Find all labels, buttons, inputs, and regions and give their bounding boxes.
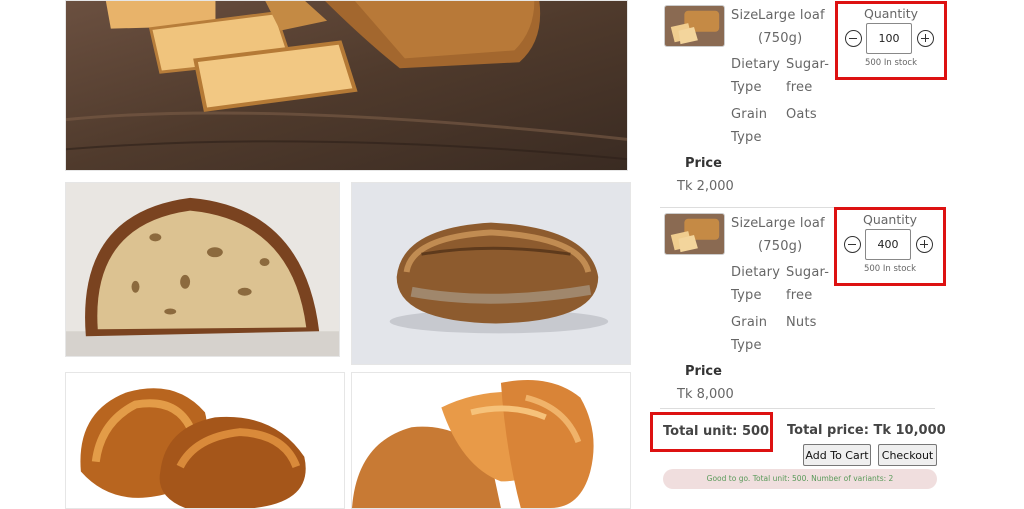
- price-label: Price: [685, 156, 722, 171]
- grain-type-label: Grain: [731, 315, 768, 330]
- dietary-type-value: Sugar-: [786, 265, 830, 280]
- size-label: Size: [731, 216, 759, 231]
- price-label: Price: [685, 364, 722, 379]
- variant-thumbnail: [664, 213, 725, 255]
- quantity-input[interactable]: [865, 229, 911, 260]
- dietary-type-label-cont: Type: [731, 288, 762, 303]
- checkout-button[interactable]: Checkout: [878, 444, 937, 466]
- sourdough-cross-section-image[interactable]: [65, 182, 340, 357]
- dietary-type-value: Sugar-: [786, 57, 830, 72]
- size-value-weight: (750g): [758, 31, 803, 46]
- minus-icon[interactable]: [845, 30, 862, 47]
- total-price: Total price: Tk 10,000: [787, 423, 946, 438]
- variant-card: Size Large loaf (750g) Dietary Type Suga…: [660, 0, 947, 203]
- rustic-loaf-image[interactable]: [351, 182, 631, 365]
- size-value: Large loaf: [758, 8, 825, 23]
- summary-divider: [660, 408, 935, 409]
- dietary-type-label: Dietary: [731, 265, 781, 280]
- size-label: Size: [731, 8, 759, 23]
- dietary-type-value-cont: free: [786, 288, 813, 303]
- bread-rolls-image[interactable]: [351, 372, 631, 509]
- quantity-selector: Quantity 500 In stock: [835, 1, 947, 80]
- stock-count: 500 In stock: [863, 264, 917, 274]
- dietary-type-label: Dietary: [731, 57, 781, 72]
- total-unit-highlight: Total unit: 500: [650, 412, 773, 452]
- croissants-image[interactable]: [65, 372, 345, 509]
- dietary-type-label-cont: Type: [731, 80, 762, 95]
- add-to-cart-button[interactable]: Add To Cart: [803, 444, 871, 466]
- stock-count: 500 In stock: [864, 58, 918, 68]
- grain-type-value: Oats: [786, 107, 817, 122]
- minus-icon[interactable]: [844, 236, 861, 253]
- variant-card: Size Large loaf (750g) Dietary Type Suga…: [660, 207, 946, 407]
- quantity-input[interactable]: [866, 23, 912, 54]
- grain-type-label: Grain: [731, 107, 768, 122]
- quantity-label: Quantity: [863, 6, 919, 21]
- plus-icon[interactable]: [916, 236, 933, 253]
- size-value: Large loaf: [758, 216, 825, 231]
- status-message: Good to go. Total unit: 500. Number of v…: [663, 469, 937, 489]
- grain-type-label-cont: Type: [731, 130, 762, 145]
- size-value-weight: (750g): [758, 239, 803, 254]
- grain-type-label-cont: Type: [731, 338, 762, 353]
- total-unit: Total unit: 500: [663, 424, 770, 439]
- variant-thumbnail: [664, 5, 725, 47]
- product-gallery: [0, 0, 640, 509]
- sliced-loaf-image[interactable]: [65, 0, 628, 171]
- quantity-label: Quantity: [862, 212, 918, 227]
- price-value: Tk 8,000: [677, 387, 734, 402]
- dietary-type-value-cont: free: [786, 80, 813, 95]
- grain-type-value: Nuts: [786, 315, 817, 330]
- quantity-selector: Quantity 500 In stock: [834, 207, 946, 286]
- price-value: Tk 2,000: [677, 179, 734, 194]
- plus-icon[interactable]: [917, 30, 934, 47]
